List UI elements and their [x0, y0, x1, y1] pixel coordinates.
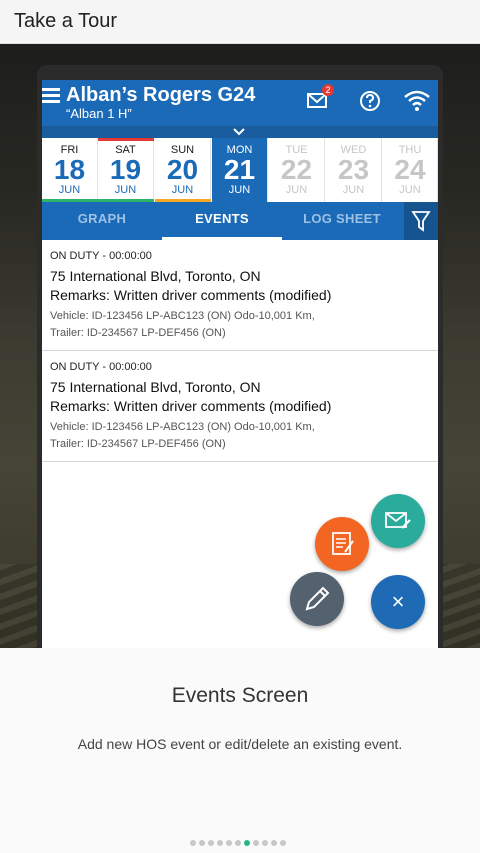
event-trailer-line: Trailer: ID-234567 LP-DEF456 (ON) — [50, 327, 226, 339]
day-month: JUN — [285, 184, 308, 196]
day-month: JUN — [114, 184, 137, 196]
day-month: JUN — [58, 184, 81, 196]
day-mon[interactable]: MON 21 JUN — [212, 138, 268, 202]
event-remarks: Remarks: Written driver comments (modifi… — [50, 398, 332, 414]
help-icon[interactable] — [356, 86, 386, 116]
event-vehicle-line: Vehicle: ID-123456 LP-ABC123 (ON) Odo-10… — [50, 421, 315, 433]
day-month: JUN — [399, 184, 421, 196]
close-fab-button[interactable]: × — [371, 575, 425, 629]
event-status: ON DUTY - 00:00:00 — [50, 361, 152, 373]
notepad-icon — [332, 532, 354, 555]
edit-event-button[interactable] — [290, 572, 344, 626]
page-dot[interactable] — [235, 840, 241, 846]
day-number: 18 — [53, 154, 86, 185]
day-selector: FRI 18 JUN SAT 19 JUN SUN 20 JUN MON 21 … — [42, 138, 438, 202]
event-trailer-line: Trailer: ID-234567 LP-DEF456 (ON) — [50, 438, 226, 450]
app-screen: Alban’s Rogers G24 “Alban 1 H” 2 FRI 18 … — [42, 80, 438, 648]
add-note-button[interactable] — [315, 517, 369, 571]
vehicle-title: Alban’s Rogers G24 — [66, 84, 256, 106]
tab-graph[interactable]: GRAPH — [42, 202, 162, 240]
event-address: 75 International Blvd, Toronto, ON — [50, 379, 261, 395]
tour-step-title: Events Screen — [171, 684, 309, 707]
mail-edit-icon — [385, 512, 411, 529]
page-dot[interactable] — [208, 840, 214, 846]
page-dot[interactable] — [280, 840, 286, 846]
page-dot[interactable] — [244, 840, 250, 846]
wifi-icon — [402, 86, 432, 116]
page-dot[interactable] — [271, 840, 277, 846]
day-fri[interactable]: FRI 18 JUN — [42, 138, 98, 202]
day-number: 21 — [223, 154, 256, 185]
tab-events[interactable]: EVENTS — [162, 202, 282, 240]
day-sat[interactable]: SAT 19 JUN — [98, 138, 154, 202]
event-vehicle: Vehicle: ID-123456 LP-ABC123 (ON) Odo-10… — [50, 419, 438, 453]
filter-button[interactable] — [404, 202, 438, 240]
day-number: 20 — [166, 154, 199, 185]
day-number: 19 — [109, 154, 142, 185]
day-thu[interactable]: THU 24 JUN — [383, 138, 438, 202]
mail-badge: 2 — [322, 84, 334, 96]
filter-icon — [411, 211, 431, 232]
page-dot[interactable] — [190, 840, 196, 846]
menu-icon[interactable] — [42, 88, 60, 106]
event-remarks: Remarks: Written driver comments (modifi… — [50, 287, 332, 303]
event-status: ON DUTY - 00:00:00 — [50, 250, 152, 262]
tour-step-description: Add new HOS event or edit/delete an exis… — [77, 736, 403, 752]
event-vehicle-line: Vehicle: ID-123456 LP-ABC123 (ON) Odo-10… — [50, 310, 315, 322]
pencil-icon — [305, 586, 330, 611]
page-dot[interactable] — [199, 840, 205, 846]
app-header: Alban’s Rogers G24 “Alban 1 H” 2 — [42, 80, 438, 126]
driver-subtitle: “Alban 1 H” — [66, 106, 132, 121]
day-month: JUN — [228, 184, 251, 196]
close-icon: × — [391, 589, 405, 614]
day-month: JUN — [342, 184, 365, 196]
day-number: 22 — [280, 154, 313, 185]
day-month: JUN — [171, 184, 194, 196]
day-number: 23 — [337, 154, 370, 185]
page-dot[interactable] — [262, 840, 268, 846]
event-address: 75 International Blvd, Toronto, ON — [50, 268, 261, 284]
tour-top-bar: Take a Tour — [0, 0, 480, 44]
page-dot[interactable] — [226, 840, 232, 846]
page-dot[interactable] — [217, 840, 223, 846]
day-tue[interactable]: TUE 22 JUN — [269, 138, 325, 202]
tab-bar: GRAPH EVENTS LOG SHEET — [42, 202, 438, 240]
tour-footer: Events Screen Add new HOS event or edit/… — [0, 648, 480, 853]
day-sun[interactable]: SUN 20 JUN — [155, 138, 211, 202]
page-indicator[interactable] — [190, 833, 289, 846]
day-number: 24 — [394, 154, 426, 185]
send-message-button[interactable] — [371, 494, 425, 548]
tab-log-sheet[interactable]: LOG SHEET — [282, 202, 402, 240]
page-dot[interactable] — [253, 840, 259, 846]
day-status-bar — [98, 138, 154, 141]
event-item[interactable]: ON DUTY - 00:00:00 75 International Blvd… — [42, 351, 438, 462]
day-wed[interactable]: WED 23 JUN — [326, 138, 382, 202]
event-item[interactable]: ON DUTY - 00:00:00 75 International Blvd… — [42, 240, 438, 351]
tour-title: Take a Tour — [14, 10, 118, 32]
event-vehicle: Vehicle: ID-123456 LP-ABC123 (ON) Odo-10… — [50, 308, 438, 342]
